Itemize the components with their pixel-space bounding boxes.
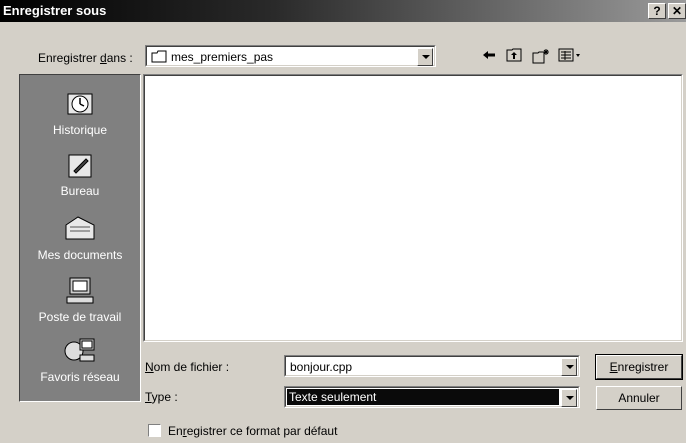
new-folder-icon[interactable]: [532, 48, 550, 64]
history-icon: [67, 93, 93, 115]
filetype-dropdown[interactable]: Texte seulement: [284, 386, 580, 408]
my-computer-icon: [66, 277, 94, 304]
place-network[interactable]: Favoris réseau: [20, 335, 140, 384]
up-folder-icon[interactable]: [506, 48, 522, 62]
my-documents-icon: [65, 216, 95, 240]
place-label: Bureau: [60, 184, 100, 198]
place-label: Poste de travail: [38, 310, 122, 324]
filename-value: bonjour.cpp: [290, 360, 353, 374]
chevron-down-icon[interactable]: [561, 389, 577, 407]
desktop-icon: [68, 154, 92, 178]
place-label: Mes documents: [37, 248, 123, 262]
save-in-label: Enregistrer dans :: [38, 51, 133, 65]
view-menu-icon[interactable]: [558, 48, 582, 62]
filename-label: Nom de fichier :: [145, 360, 230, 374]
file-list[interactable]: [143, 74, 683, 342]
save-in-dropdown[interactable]: mes_premiers_pas: [145, 45, 436, 67]
default-format-label: Enregistrer ce format par défaut: [168, 424, 338, 438]
title-bar[interactable]: Enregistrer sous ? ✕: [0, 0, 686, 22]
place-history[interactable]: Historique: [20, 88, 140, 137]
place-my-computer[interactable]: Poste de travail: [20, 275, 140, 324]
places-bar: Historique Bureau Mes documents Poste de…: [19, 74, 141, 402]
cancel-button[interactable]: Annuler: [596, 386, 682, 410]
filetype-label: Type :: [145, 390, 178, 404]
window-title: Enregistrer sous: [3, 3, 107, 18]
place-label: Favoris réseau: [40, 370, 120, 384]
filename-input[interactable]: bonjour.cpp: [284, 355, 580, 377]
back-arrow-icon[interactable]: [482, 48, 496, 62]
close-button[interactable]: ✕: [668, 3, 686, 19]
default-format-checkbox[interactable]: [148, 424, 161, 437]
chevron-down-icon[interactable]: [561, 358, 577, 376]
filetype-value: Texte seulement: [289, 390, 377, 404]
save-in-value: mes_premiers_pas: [171, 50, 274, 64]
chevron-down-icon[interactable]: [417, 48, 433, 66]
save-button[interactable]: Enregistrer: [595, 354, 683, 380]
place-desktop[interactable]: Bureau: [20, 149, 140, 198]
network-places-icon: [64, 338, 95, 362]
folder-icon: [151, 50, 167, 63]
place-label: Historique: [52, 123, 108, 137]
help-button[interactable]: ?: [648, 3, 666, 19]
place-my-documents[interactable]: Mes documents: [20, 213, 140, 262]
